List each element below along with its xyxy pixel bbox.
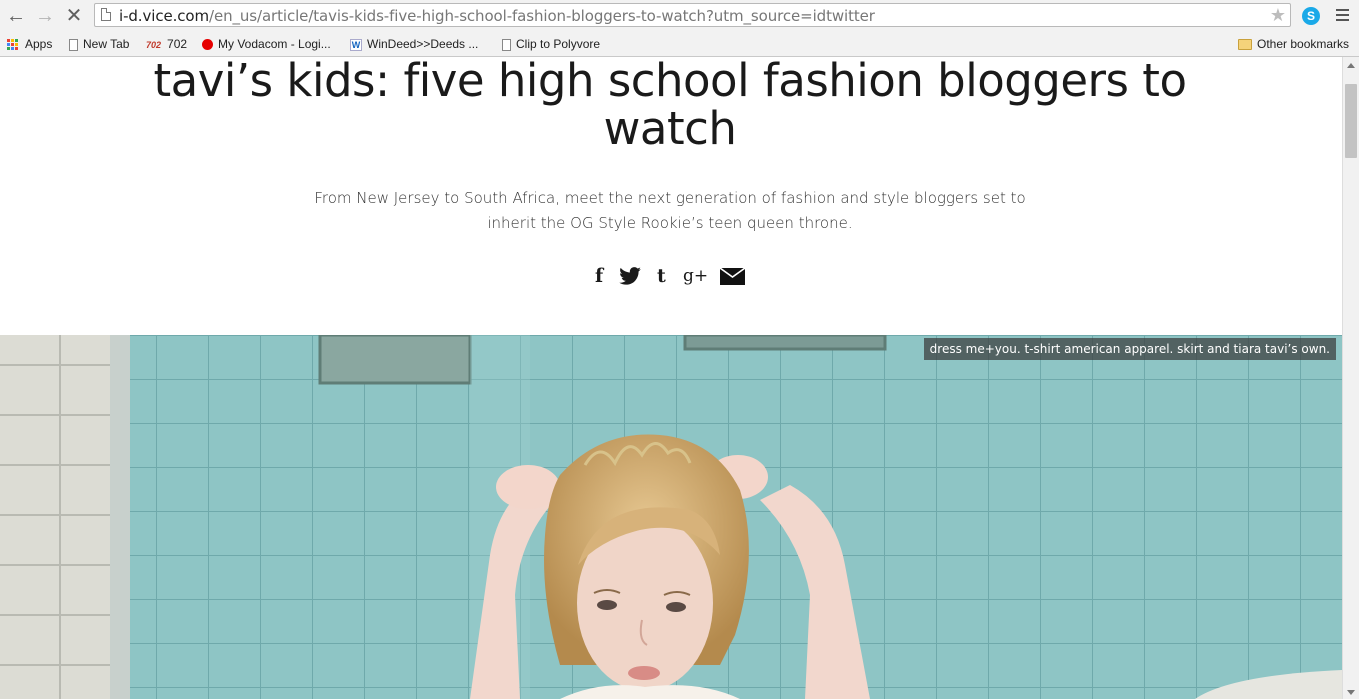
facebook-icon[interactable]: f [595, 264, 603, 288]
bookmark-apps-label: Apps [25, 37, 53, 51]
scrollbar-thumb[interactable] [1345, 84, 1357, 158]
scroll-down-arrow-icon[interactable] [1347, 690, 1355, 695]
bookmark-new-tab[interactable]: New Tab [69, 36, 129, 52]
twitter-icon[interactable] [619, 267, 641, 285]
article-title: tavi’s kids: five high school fashion bl… [153, 57, 1187, 155]
bookmark-polyvore-label: Clip to Polyvore [516, 37, 601, 51]
vodacom-logo-icon [202, 39, 213, 51]
bookmark-702-label: 702 [167, 37, 188, 51]
chrome-menu-icon[interactable] [1336, 9, 1349, 21]
url-path: /en_us/article/tavis-kids-five-high-scho… [209, 7, 875, 25]
bookmark-other-label: Other bookmarks [1257, 37, 1350, 51]
bookmark-other[interactable]: Other bookmarks [1238, 36, 1349, 52]
back-arrow-icon[interactable]: ← [4, 4, 28, 28]
bookmarks-bar: Apps New Tab 702 702 My Vodacom - Logi...… [0, 32, 1359, 57]
address-bar[interactable]: i-d.vice.com/en_us/article/tavis-kids-fi… [94, 3, 1291, 27]
article-hero-photo: dress me+you. t-shirt american apparel. … [0, 335, 1342, 699]
url-host: i-d.vice.com [119, 7, 209, 25]
url-text[interactable]: i-d.vice.com/en_us/article/tavis-kids-fi… [119, 7, 875, 25]
google-plus-icon[interactable]: g+ [683, 264, 708, 288]
702-logo-icon: 702 [146, 40, 162, 50]
page-icon [502, 38, 511, 51]
bookmark-vodacom[interactable]: My Vodacom - Logi... [202, 36, 331, 52]
bookmark-windeed-label: WinDeed>>Deeds ... [367, 37, 479, 51]
forward-arrow-icon[interactable]: → [33, 4, 57, 28]
bookmark-windeed[interactable]: W WinDeed>>Deeds ... [350, 36, 478, 52]
windeed-logo-icon: W [350, 38, 362, 51]
bookmark-702[interactable]: 702 702 [146, 36, 187, 52]
scroll-up-arrow-icon[interactable] [1347, 63, 1355, 68]
stop-loading-icon[interactable]: ✕ [62, 4, 86, 28]
photo-caption: dress me+you. t-shirt american apparel. … [923, 338, 1336, 360]
article-dek: From New Jersey to South Africa, meet th… [314, 189, 1026, 232]
vertical-scrollbar[interactable] [1342, 57, 1359, 699]
bookmark-star-icon[interactable]: ★ [1270, 5, 1286, 25]
tumblr-icon[interactable]: t [657, 264, 666, 288]
page-icon [69, 38, 78, 51]
folder-icon [1238, 39, 1252, 51]
bookmark-new-tab-label: New Tab [83, 37, 130, 51]
skype-extension-icon[interactable]: S [1302, 7, 1320, 25]
bookmark-vodacom-label: My Vodacom - Logi... [218, 37, 331, 51]
bookmark-apps[interactable]: Apps [7, 36, 52, 52]
hero-photo-image [0, 335, 1342, 699]
page-viewport: tavi’s kids: five high school fashion bl… [0, 57, 1342, 699]
bookmark-polyvore[interactable]: Clip to Polyvore [502, 36, 600, 52]
apps-grid-icon [7, 38, 19, 51]
browser-toolbar: ← → ✕ i-d.vice.com/en_us/article/tavis-k… [0, 0, 1359, 32]
page-icon [101, 8, 111, 21]
email-icon[interactable] [720, 268, 745, 285]
